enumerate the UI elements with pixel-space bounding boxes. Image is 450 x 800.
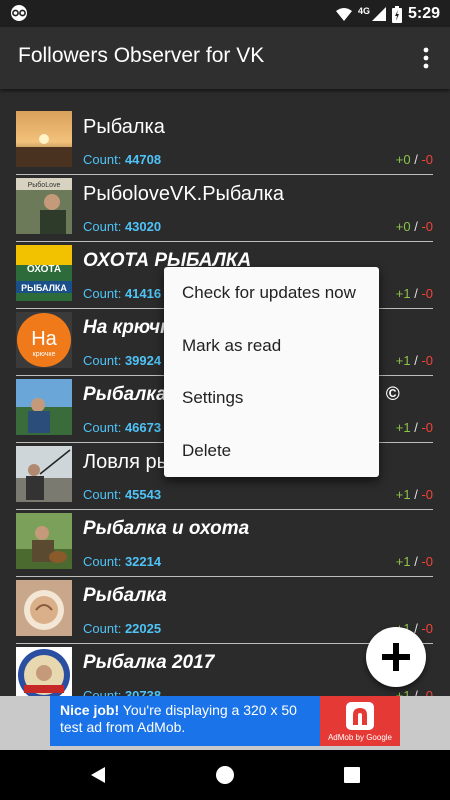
group-avatar (16, 647, 72, 696)
delta-text: +1 / -0 (395, 487, 433, 502)
admob-label: AdMob by Google (327, 733, 393, 742)
group-title: Рыбалка и охота (83, 518, 250, 539)
group-title: Ловля ры (83, 451, 171, 473)
svg-text:крючке: крючке (33, 351, 56, 358)
network-type: 4G (357, 6, 370, 16)
svg-text:РЫБАЛКА: РЫБАЛКА (21, 283, 67, 293)
menu-item-delete[interactable]: Delete (164, 425, 379, 478)
count-text: Count: 43020 (83, 219, 162, 234)
count-text: Count: 46673 (83, 420, 162, 435)
context-menu: Check for updates now Mark as read Setti… (164, 267, 379, 477)
count-text: Count: 41416 (83, 286, 162, 301)
group-title: РыбоloveVK.Рыбалка (83, 183, 285, 205)
signal-icon (371, 7, 386, 21)
group-title: Рыбалка (83, 585, 167, 606)
recents-icon[interactable] (342, 765, 362, 785)
count-text: Count: 39924 (83, 353, 162, 368)
status-bar: 4G 5:29 (0, 0, 450, 27)
clock: 5:29 (407, 5, 440, 22)
home-icon[interactable] (214, 764, 236, 786)
svg-text:ОХОТА: ОХОТА (27, 264, 61, 275)
delta-text: +1 / -0 (395, 688, 433, 696)
delta-text: +1 / -0 (395, 353, 433, 368)
thumb-label: РыбоLove (28, 181, 61, 189)
wifi-icon (335, 8, 352, 21)
count-text: Count: 22025 (83, 621, 162, 636)
ad-banner-area: Nice job! You're displaying a 320 x 50 t… (0, 696, 450, 750)
group-avatar: ОХОТА РЫБАЛКА (16, 245, 72, 301)
notification-icon (11, 5, 27, 21)
delta-text: +0 / -0 (395, 152, 433, 167)
delta-text: +1 / -0 (395, 554, 433, 569)
ad-headline: Nice job! (60, 702, 120, 718)
menu-item-mark-as-read[interactable]: Mark as read (164, 320, 379, 373)
svg-text:На: На (31, 328, 57, 350)
count-text: Count: 44708 (83, 152, 162, 167)
group-avatar (16, 513, 72, 569)
list-item[interactable]: РыбоLove РыбоloveVK.Рыбалка Count: 43020… (16, 175, 433, 242)
list-item[interactable]: Рыбалка и охота Count: 32214 +1 / -0 (16, 510, 433, 577)
menu-item-settings[interactable]: Settings (164, 372, 379, 425)
count-text: Count: 32214 (83, 554, 162, 569)
group-avatar (16, 580, 72, 636)
admob-icon (346, 702, 374, 730)
group-avatar (16, 446, 72, 502)
ad-text: Nice job! You're displaying a 320 x 50 t… (60, 702, 315, 736)
delta-text: +1 / -0 (395, 286, 433, 301)
ad-banner[interactable]: Nice job! You're displaying a 320 x 50 t… (50, 696, 400, 746)
menu-item-check-updates[interactable]: Check for updates now (164, 267, 379, 320)
group-title: Рыбалка (83, 384, 167, 405)
group-avatar (16, 111, 72, 167)
navigation-bar (0, 750, 450, 800)
list-item[interactable]: Рыбалка Count: 44708 +0 / -0 (16, 108, 433, 175)
delta-text: +0 / -0 (395, 219, 433, 234)
delta-text: +1 / -0 (395, 420, 433, 435)
add-group-button[interactable] (366, 627, 426, 687)
plus-icon (382, 643, 410, 671)
group-title: Рыбалка 2017 (83, 652, 215, 673)
battery-icon (391, 5, 402, 23)
admob-logo: AdMob by Google (320, 696, 400, 746)
count-text: Count: 45543 (83, 487, 162, 502)
back-icon[interactable] (87, 764, 109, 786)
group-title: Рыбалка (83, 116, 165, 138)
group-avatar: На крючке (16, 312, 72, 368)
count-text: Count: 30738 (83, 688, 162, 696)
overflow-menu-icon[interactable] (414, 44, 438, 72)
group-avatar: РыбоLove (16, 178, 72, 234)
app-bar: Followers Observer for VK (0, 27, 450, 89)
app-title: Followers Observer for VK (18, 44, 265, 67)
group-avatar (16, 379, 72, 435)
